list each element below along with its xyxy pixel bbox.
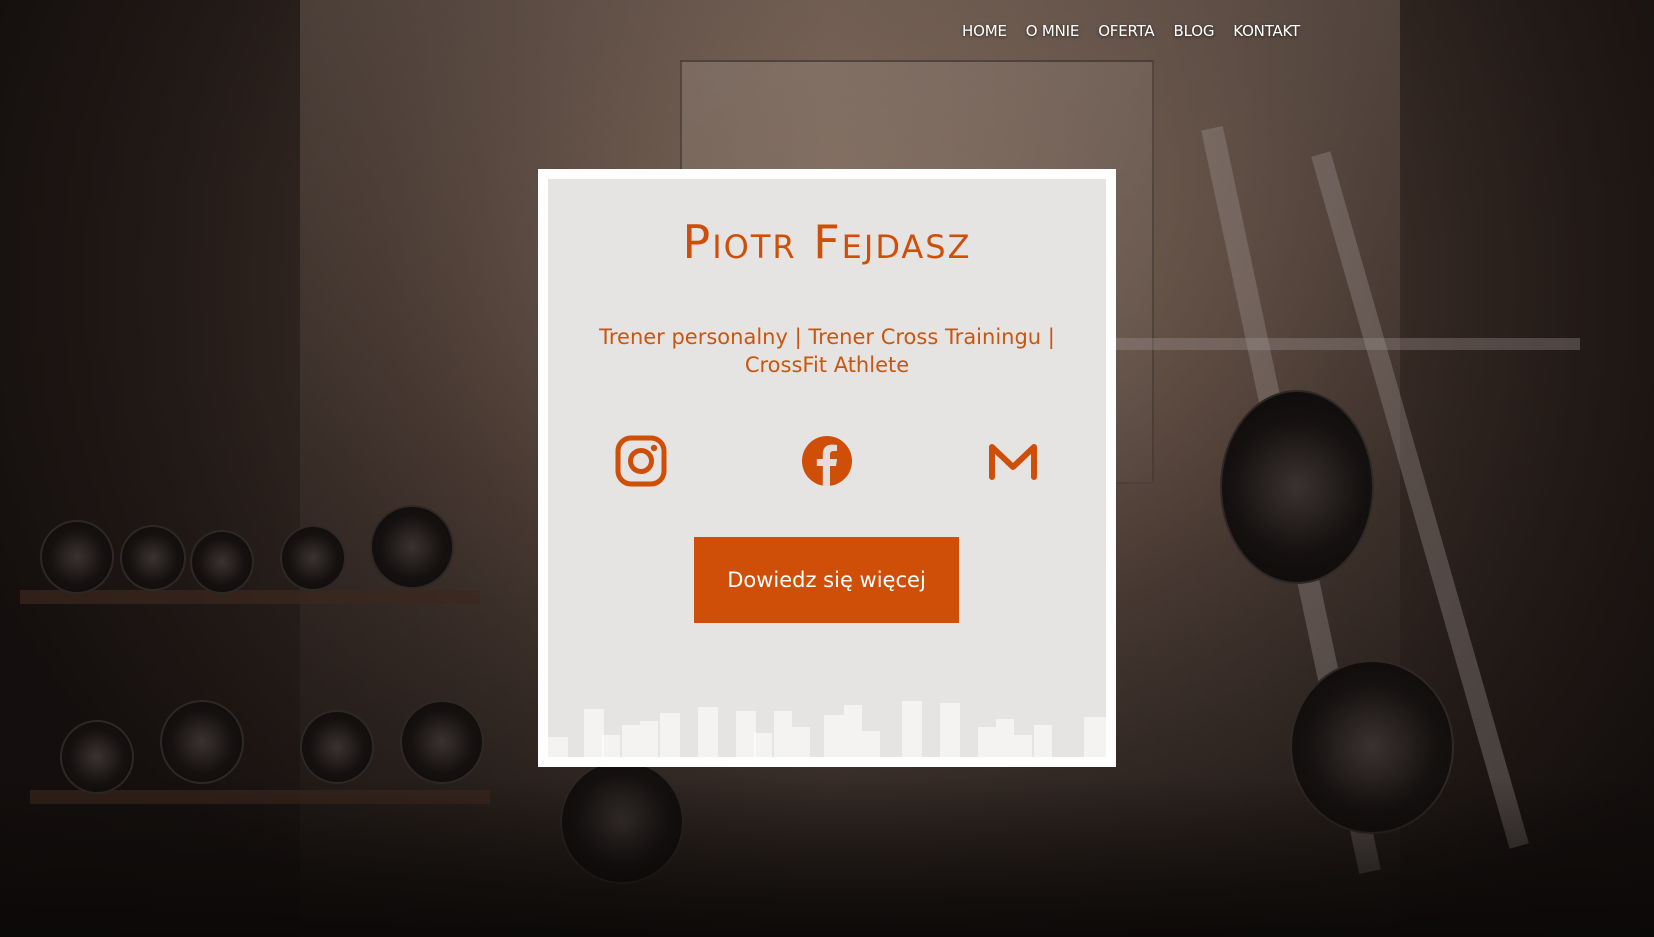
facebook-icon[interactable] (801, 435, 853, 487)
decorative-bars (548, 701, 1106, 757)
learn-more-button[interactable]: Dowiedz się więcej (694, 537, 959, 623)
nav-contact[interactable]: KONTAKT (1233, 22, 1300, 40)
instagram-icon[interactable] (615, 435, 667, 487)
main-navigation: HOME O MNIE OFERTA BLOG KONTAKT (962, 22, 1300, 40)
nav-home[interactable]: HOME (962, 22, 1007, 40)
hero-card: Piotr Fejdasz Trener personalny | Trener… (548, 179, 1106, 757)
nav-offer[interactable]: OFERTA (1098, 22, 1155, 40)
hero-subtitle: Trener personalny | Trener Cross Trainin… (599, 325, 1055, 377)
gmail-icon[interactable] (987, 435, 1039, 487)
nav-blog[interactable]: BLOG (1174, 22, 1215, 40)
hero-title: Piotr Fejdasz (682, 215, 972, 269)
social-icons (615, 435, 1039, 487)
nav-about[interactable]: O MNIE (1026, 22, 1080, 40)
